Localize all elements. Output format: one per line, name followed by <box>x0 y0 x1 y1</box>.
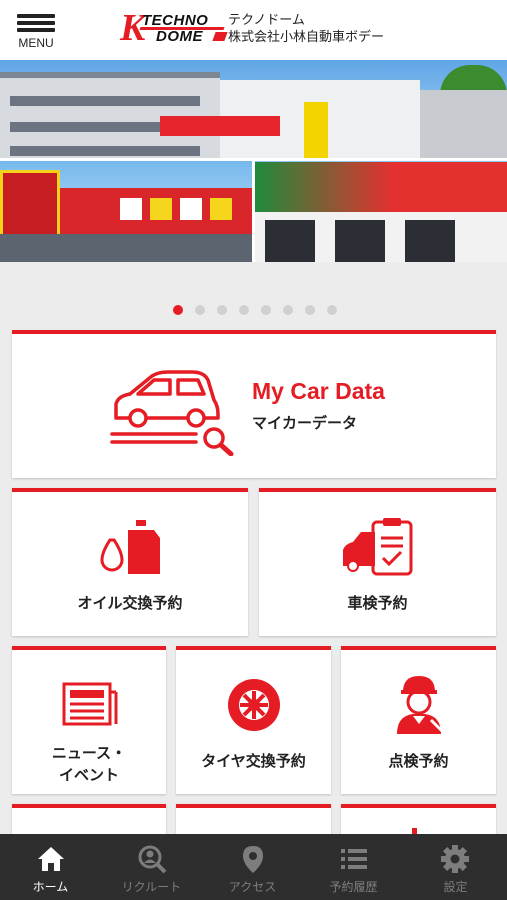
car-inspection-clipboard-icon <box>343 518 413 576</box>
news-events-label-line-2: イベント <box>58 766 119 784</box>
oil-change-reservation-tile[interactable]: オイル交換予約 <box>12 488 248 636</box>
company-name-line-2: 株式会社小林自動車ボデー <box>228 30 385 45</box>
bottom-tab-bar: ホーム リクルート アクセス 予約履歴 設定 <box>0 834 507 900</box>
photo-divider <box>252 160 255 262</box>
gear-icon <box>441 845 469 873</box>
tab-access-label: アクセス <box>228 880 277 894</box>
hero-carousel-image[interactable] <box>0 60 507 262</box>
mechanic-icon <box>397 676 445 734</box>
logo-text-dome: DOME <box>156 28 203 45</box>
carousel-dot[interactable] <box>327 305 337 315</box>
photo-garage-door <box>405 220 455 262</box>
newspaper-icon <box>62 682 118 726</box>
recruit-search-icon <box>138 845 167 874</box>
photo-shop-windows <box>0 234 253 262</box>
logo-text-techno: TECHNO <box>142 12 209 29</box>
inspection-label: 点検予約 <box>388 752 449 770</box>
tab-reservation-history[interactable]: 予約履歴 <box>303 834 404 900</box>
tire-change-reservation-tile[interactable]: タイヤ交換予約 <box>176 646 331 794</box>
photo-banner <box>255 162 507 212</box>
tab-home[interactable]: ホーム <box>0 834 101 900</box>
carousel-dot[interactable] <box>305 305 315 315</box>
my-car-data-tile[interactable]: My Car Data マイカーデータ <box>12 330 496 478</box>
hamburger-icon-bar <box>17 28 55 32</box>
photo-window-row <box>10 96 200 106</box>
carousel-dot[interactable] <box>195 305 205 315</box>
news-events-label-line-1: ニュース・ <box>51 744 127 762</box>
shaken-label: 車検予約 <box>347 594 408 612</box>
tab-settings-label: 設定 <box>443 880 468 894</box>
tab-access[interactable]: アクセス <box>202 834 303 900</box>
carousel-dot[interactable] <box>217 305 227 315</box>
hamburger-icon <box>17 14 55 18</box>
menu-label: MENU <box>18 36 54 50</box>
news-events-label: ニュース・ イベント <box>12 742 166 786</box>
my-car-data-subtitle: マイカーデータ <box>252 414 358 432</box>
tire-change-label: タイヤ交換予約 <box>201 752 306 770</box>
tire-icon <box>228 679 280 731</box>
hamburger-icon-bar <box>17 21 55 25</box>
photo-building-right <box>420 90 507 160</box>
photo-garage-door <box>265 220 315 262</box>
photo-yellow-sign <box>304 102 328 160</box>
photo-red-sign <box>160 116 280 136</box>
tab-recruit-label: リクルート <box>121 880 182 894</box>
list-icon <box>341 849 367 869</box>
news-events-tile[interactable]: ニュース・ イベント <box>12 646 166 794</box>
logo-tail <box>212 32 228 41</box>
photo-garage-door <box>335 220 385 262</box>
photo-shop-left <box>0 170 253 262</box>
carousel-dot[interactable] <box>239 305 249 315</box>
tab-settings[interactable]: 設定 <box>404 834 507 900</box>
company-name-line-1: テクノドーム <box>228 13 305 28</box>
shaken-reservation-tile[interactable]: 車検予約 <box>259 488 496 636</box>
inspection-reservation-tile[interactable]: 点検予約 <box>341 646 496 794</box>
photo-window-row <box>10 146 200 156</box>
tab-home-label: ホーム <box>32 880 69 894</box>
oil-change-label: オイル交換予約 <box>77 594 183 612</box>
photo-building-center <box>160 80 420 160</box>
tab-reservation-history-label: 予約履歴 <box>329 880 378 894</box>
photo-sign-square <box>120 198 142 220</box>
photo-sign-square <box>210 198 232 220</box>
techno-dome-logo: K TECHNO DOME <box>120 8 228 50</box>
oil-bottle-icon <box>100 520 160 574</box>
tab-recruit[interactable]: リクルート <box>101 834 202 900</box>
car-search-icon <box>110 370 234 456</box>
app-header: MENU K TECHNO DOME テクノドーム 株式会社小林自動車ボデー <box>0 0 507 60</box>
company-name: テクノドーム 株式会社小林自動車ボデー <box>228 12 384 46</box>
menu-button[interactable]: MENU <box>10 10 62 54</box>
carousel-dot[interactable] <box>261 305 271 315</box>
map-pin-icon <box>243 846 263 873</box>
home-icon <box>38 847 64 871</box>
photo-sign-square <box>150 198 172 220</box>
my-car-data-title: My Car Data <box>252 378 385 404</box>
carousel-dot[interactable] <box>283 305 293 315</box>
photo-sign-square <box>180 198 202 220</box>
carousel-dot[interactable] <box>173 305 183 315</box>
carousel-indicator <box>0 262 507 332</box>
photo-shop-right <box>255 212 507 262</box>
